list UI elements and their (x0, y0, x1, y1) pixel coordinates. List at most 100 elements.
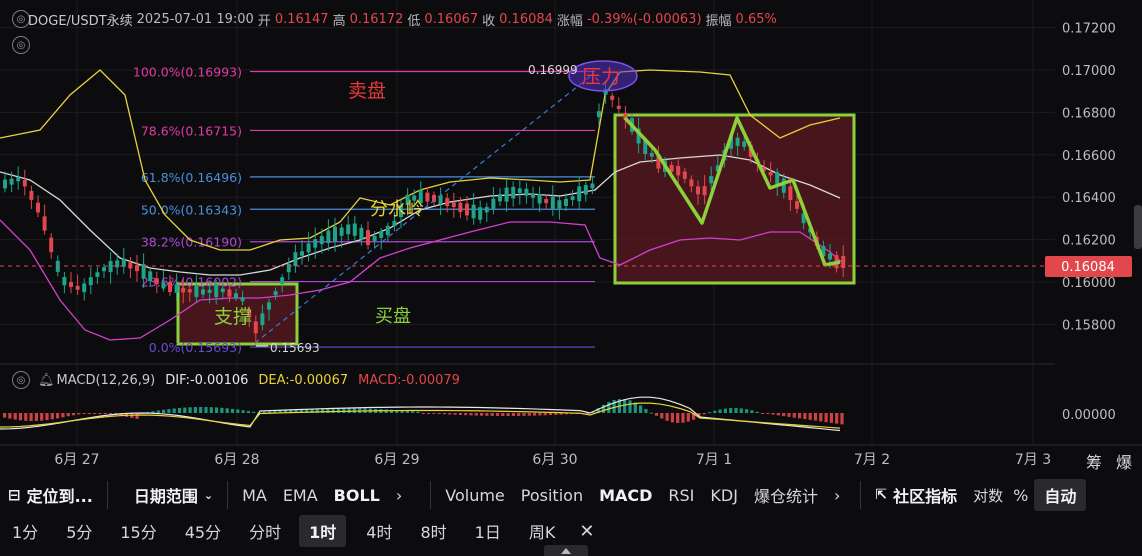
ohlc-header: DOGE/USDT永续 2025-07-01 19:00 开 0.16147 高0… (10, 10, 777, 29)
candle-body (511, 186, 516, 199)
interval-3[interactable]: 45分 (177, 519, 229, 543)
date-tick: 6月 30 (532, 452, 577, 468)
macd-bar (416, 411, 420, 413)
liquidation-button[interactable]: 爆仓统计 (746, 483, 826, 507)
candle-body (214, 284, 219, 298)
macd-bar (660, 413, 664, 419)
candle-body (676, 165, 681, 176)
pressure-box (613, 113, 856, 285)
macd-bar (474, 413, 478, 416)
macd-bar (236, 409, 240, 413)
candle-body (524, 188, 529, 196)
interval-9[interactable]: 周K (521, 519, 564, 543)
watershed-annotation: 分水岭 (370, 199, 424, 220)
macd-bar (411, 411, 415, 413)
low-value: 0.16067 (424, 12, 479, 27)
interval-7[interactable]: 8时 (412, 519, 454, 543)
candle-body (458, 202, 463, 213)
macd-bar (792, 413, 796, 418)
macd-dif: DIF:-0.00106 (165, 373, 249, 388)
candle-body (577, 186, 582, 202)
price-tick: 0.17200 (1062, 22, 1116, 37)
candle-body (293, 252, 298, 267)
high-price-mark: 0.16999 (528, 63, 578, 77)
candle-body (478, 207, 483, 220)
macd-bar (787, 413, 791, 417)
macd-bar (840, 413, 844, 425)
macd-bar (665, 413, 669, 421)
amplitude-label: 振幅 (705, 14, 732, 29)
macd-bar (522, 413, 526, 416)
candle-body (168, 281, 172, 293)
macd-bar (24, 413, 28, 421)
candle-body (788, 186, 793, 201)
macd-button[interactable]: MACD (591, 486, 660, 505)
indicator-toggle-icon[interactable]: ◎ (12, 36, 30, 54)
chevron-right-icon[interactable]: › (388, 486, 410, 505)
candle-body (286, 263, 291, 273)
panel-handle[interactable] (544, 545, 588, 556)
interval-6[interactable]: 4时 (358, 519, 400, 543)
locate-button[interactable]: ⊟ 定位到... (0, 483, 101, 507)
position-button[interactable]: Position (513, 486, 591, 505)
ma-button[interactable]: MA (234, 486, 275, 505)
candle-body (696, 186, 700, 195)
interval-0[interactable]: 1分 (4, 519, 46, 543)
close-icon[interactable]: ✕ (571, 521, 602, 542)
fib-level-label: 0.0%(0.15693) (149, 340, 242, 355)
macd-bar (543, 413, 547, 416)
chevron-right-icon[interactable]: › (826, 486, 848, 505)
macd-bar (739, 408, 743, 413)
candle-body (36, 202, 40, 213)
date-range-button[interactable]: 日期范围 ⌄ (126, 483, 221, 507)
candle-body (352, 223, 357, 236)
fib-level-label: 50.0%(0.16343) (141, 202, 242, 217)
price-tick: 0.16800 (1062, 106, 1116, 121)
kdj-button[interactable]: KDJ (702, 486, 746, 505)
bell-icon[interactable]: 🔔︎ (38, 373, 55, 388)
macd-bar (517, 413, 521, 416)
percent-scale-button[interactable]: % (1011, 486, 1030, 505)
macd-bar (702, 413, 706, 415)
macd-bar (670, 413, 674, 423)
log-scale-button[interactable]: 对数 (965, 485, 1011, 506)
candle-body (564, 198, 568, 206)
macd-bar (686, 413, 690, 422)
interval-5[interactable]: 1时 (299, 515, 347, 547)
chips-button[interactable]: 筹 (1086, 449, 1102, 473)
ema-button[interactable]: EMA (275, 486, 326, 505)
macd-bar (109, 413, 113, 415)
macd-bar (427, 413, 431, 414)
price-tick: 0.16600 (1062, 149, 1116, 164)
candle-body (649, 152, 654, 157)
amplitude-value: 0.65% (735, 12, 777, 27)
macd-bar (82, 413, 86, 414)
interval-1[interactable]: 5分 (58, 519, 100, 543)
price-chart[interactable]: 100.0%(0.16993) 78.6%(0.16715) 61.8%(0.164… (0, 0, 1142, 475)
macd-bar (458, 413, 462, 415)
candle-body (531, 193, 535, 198)
community-indicator-button[interactable]: ⇱ 社区指标 (867, 483, 965, 507)
macd-bar (723, 408, 727, 413)
candle-body (735, 137, 740, 146)
macd-toggle-icon[interactable]: ◎ (12, 371, 30, 389)
candle-body (537, 194, 542, 204)
candle-body (9, 178, 14, 185)
auto-scale-button[interactable]: 自动 (1034, 479, 1087, 511)
boll-button[interactable]: BOLL (326, 486, 388, 505)
burst-button[interactable]: 爆 (1116, 449, 1132, 473)
rsi-button[interactable]: RSI (660, 486, 702, 505)
macd-bar (554, 413, 558, 415)
interval-8[interactable]: 1日 (467, 519, 509, 543)
interval-2[interactable]: 15分 (112, 519, 164, 543)
candle-body (775, 172, 780, 185)
candle-body (240, 297, 245, 302)
vertical-scroll-handle[interactable] (1134, 205, 1142, 249)
interval-4[interactable]: 分时 (241, 519, 289, 543)
macd-bar (495, 413, 500, 416)
volume-button[interactable]: Volume (437, 486, 513, 505)
open-value: 0.16147 (274, 12, 329, 27)
macd-header: 🔔︎ MACD(12,26,9) DIF:-0.00106 DEA:-0.000… (38, 373, 460, 388)
macd-bar (628, 400, 632, 413)
macd-bar (548, 413, 553, 416)
